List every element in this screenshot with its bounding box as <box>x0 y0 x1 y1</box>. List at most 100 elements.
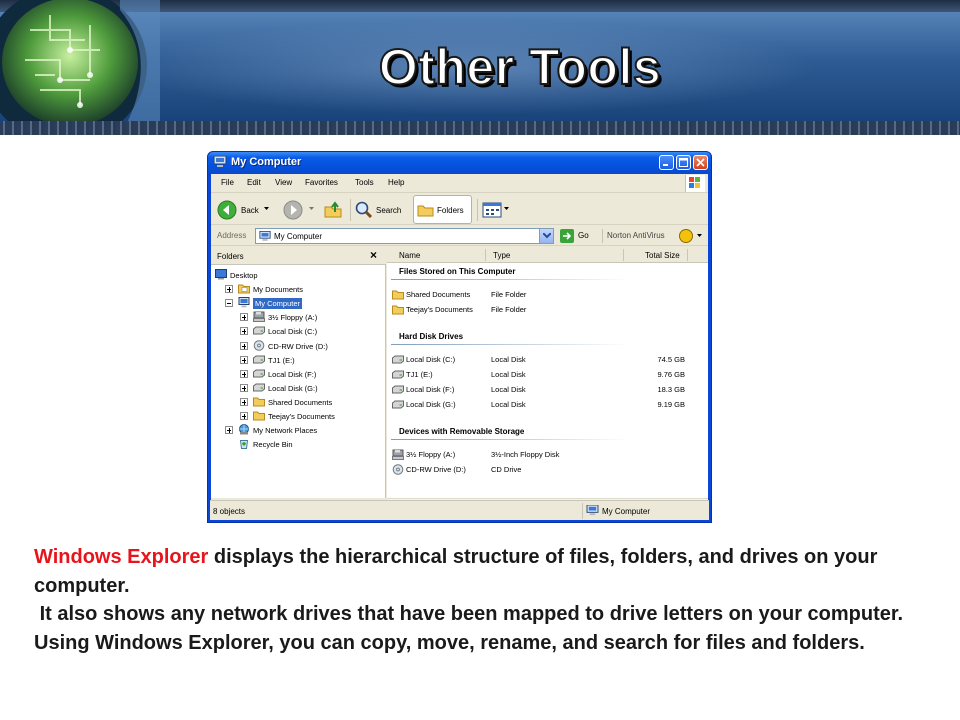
paragraph-2: It also shows any network drives that ha… <box>34 603 904 625</box>
expand-icon[interactable] <box>240 412 248 420</box>
files-pane: Name Type Total Size Files Stored on Thi… <box>387 247 708 498</box>
collapse-icon[interactable] <box>225 299 233 308</box>
file-type: Local Disk <box>491 370 526 379</box>
column-separator[interactable] <box>623 249 624 261</box>
column-headers: Name Type Total Size <box>387 247 708 263</box>
file-row[interactable]: CD-RW Drive (D:) CD Drive <box>387 463 708 477</box>
file-type: Local Disk <box>491 400 526 409</box>
file-name: Local Disk (G:) <box>406 400 456 409</box>
tree-item[interactable]: Shared Documents <box>211 396 386 409</box>
tree-item[interactable]: Local Disk (C:) <box>211 325 386 338</box>
antivirus-dropdown-icon[interactable] <box>697 234 702 238</box>
expand-icon[interactable] <box>240 313 248 322</box>
expand-icon[interactable] <box>240 369 248 378</box>
tree-item[interactable]: 3½ Floppy (A:) <box>211 311 386 324</box>
tree-item[interactable]: Teejay's Documents <box>211 410 386 423</box>
column-name[interactable]: Name <box>399 251 420 260</box>
paragraph-1: Windows Explorer displays the hierarchic… <box>34 546 878 597</box>
slide-body-text: Windows Explorer displays the hierarchic… <box>34 543 934 657</box>
folders-button[interactable]: Folders <box>413 195 472 224</box>
disk-icon <box>253 369 265 378</box>
file-name: 3½ Floppy (A:) <box>406 450 456 459</box>
address-input[interactable]: My Computer <box>255 228 554 244</box>
column-type[interactable]: Type <box>493 251 510 260</box>
menu-view[interactable]: View <box>275 178 292 187</box>
file-row[interactable]: Teejay's Documents File Folder <box>387 303 708 317</box>
menu-favorites[interactable]: Favorites <box>305 178 338 187</box>
up-folder-button[interactable] <box>323 198 345 222</box>
slide-header: Other Tools <box>0 0 960 135</box>
file-type: Local Disk <box>491 355 526 364</box>
tree-item[interactable]: Recycle Bin <box>211 438 386 451</box>
expand-icon[interactable] <box>225 285 233 294</box>
file-name: Shared Documents <box>406 290 471 299</box>
tree-item[interactable]: Desktop <box>211 269 386 282</box>
file-row[interactable]: TJ1 (E:) Local Disk 9.76 GB <box>387 368 708 382</box>
tree-item[interactable]: My Computer <box>211 297 386 310</box>
tree-item-label: TJ1 (E:) <box>268 355 295 365</box>
toolbar: Back Search Folders <box>211 194 708 225</box>
file-row[interactable]: Local Disk (F:) Local Disk 18.3 GB <box>387 383 708 397</box>
go-button[interactable] <box>560 229 574 243</box>
floppy-icon <box>253 311 265 323</box>
file-size: 9.19 GB <box>657 400 685 409</box>
group-divider <box>391 344 631 345</box>
minimize-button[interactable] <box>659 155 674 170</box>
menu-bar: File Edit View Favorites Tools Help <box>211 174 708 193</box>
chevron-down-icon <box>543 233 551 239</box>
forward-button[interactable] <box>283 198 317 222</box>
tree-item[interactable]: TJ1 (E:) <box>211 354 386 367</box>
expand-icon[interactable] <box>240 383 248 392</box>
maximize-button[interactable] <box>676 155 691 170</box>
tree-item-label: 3½ Floppy (A:) <box>268 313 318 323</box>
views-icon <box>482 202 502 218</box>
expand-icon[interactable] <box>240 327 248 336</box>
close-pane-icon[interactable]: × <box>370 248 377 262</box>
tree-item[interactable]: My Documents <box>211 283 386 296</box>
tree-item-label: Shared Documents <box>268 397 333 407</box>
column-total-size[interactable]: Total Size <box>645 251 680 260</box>
folder-icon <box>392 290 404 300</box>
norton-antivirus-icon[interactable] <box>679 229 693 243</box>
tree-item[interactable]: Local Disk (F:) <box>211 368 386 381</box>
menu-help[interactable]: Help <box>388 178 404 187</box>
search-icon <box>355 201 373 219</box>
tree-item[interactable]: Local Disk (G:) <box>211 382 386 395</box>
expand-icon[interactable] <box>240 355 248 364</box>
tree-item[interactable]: CD-RW Drive (D:) <box>211 339 386 353</box>
expand-icon[interactable] <box>240 341 248 350</box>
file-name: Teejay's Documents <box>406 305 473 314</box>
cd-icon <box>392 464 404 475</box>
views-button[interactable] <box>482 198 510 222</box>
group-header: Files Stored on This Computer <box>399 267 516 276</box>
file-row[interactable]: Shared Documents File Folder <box>387 288 708 302</box>
disk-icon <box>253 383 265 392</box>
column-separator[interactable] <box>687 249 688 261</box>
computer-icon <box>213 156 227 167</box>
file-row[interactable]: 3½ Floppy (A:) 3½-Inch Floppy Disk <box>387 448 708 462</box>
expand-icon[interactable] <box>225 426 233 435</box>
minimize-icon <box>663 164 668 166</box>
menu-file[interactable]: File <box>221 178 234 187</box>
menu-edit[interactable]: Edit <box>247 178 261 187</box>
tree-item[interactable]: My Network Places <box>211 424 386 437</box>
window-title: My Computer <box>231 156 302 168</box>
file-row[interactable]: Local Disk (C:) Local Disk 74.5 GB <box>387 353 708 367</box>
column-separator[interactable] <box>485 249 486 261</box>
close-button[interactable] <box>693 155 708 170</box>
maximize-icon <box>679 158 688 167</box>
tree-item-label: Teejay's Documents <box>268 412 335 421</box>
file-row[interactable]: Local Disk (G:) Local Disk 9.19 GB <box>387 398 708 412</box>
address-separator <box>602 229 603 243</box>
search-button[interactable]: Search <box>354 198 409 222</box>
expand-icon[interactable] <box>240 397 248 406</box>
go-label[interactable]: Go <box>578 231 589 240</box>
circuit-head-icon <box>0 0 160 135</box>
back-button[interactable]: Back <box>217 198 269 222</box>
explorer-window: My Computer File Edit View Favorites Too… <box>207 151 712 523</box>
file-type: 3½-Inch Floppy Disk <box>491 450 560 459</box>
window-titlebar[interactable]: My Computer <box>208 152 711 174</box>
address-dropdown-button[interactable] <box>539 229 553 243</box>
menu-tools[interactable]: Tools <box>355 178 374 187</box>
file-size: 18.3 GB <box>657 385 685 394</box>
